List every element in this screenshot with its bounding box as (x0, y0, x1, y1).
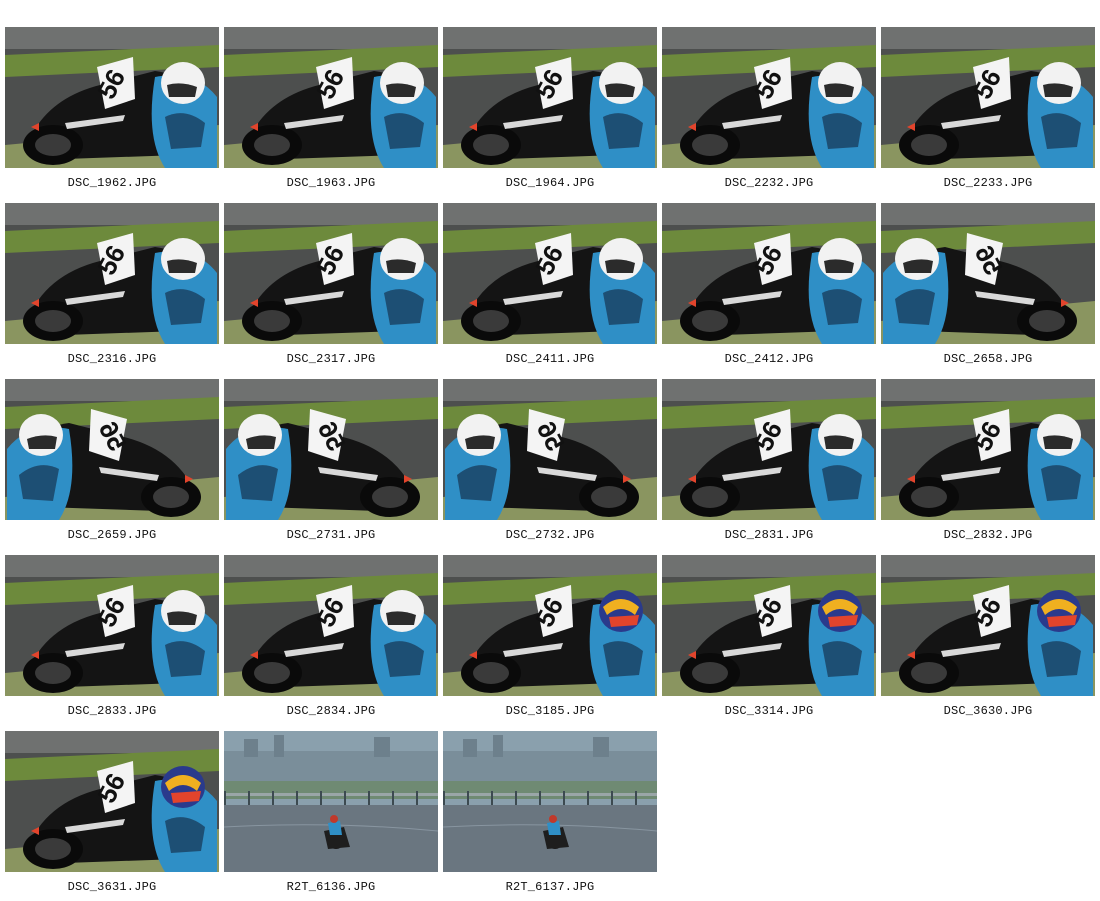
photo-filename[interactable]: DSC_1962.JPG (5, 176, 219, 190)
photo-thumbnail[interactable]: 56 (224, 555, 438, 696)
photo-thumbnail[interactable]: 56 (443, 555, 657, 696)
photo-thumbnail[interactable]: 56 (662, 379, 876, 520)
photo-filename[interactable]: R2T_6137.JPG (443, 880, 657, 894)
gallery-item[interactable]: 56 DSC_2834.JPG (224, 555, 438, 725)
photo-filename[interactable]: DSC_1963.JPG (224, 176, 438, 190)
gallery-item[interactable]: 56 DSC_2731.JPG (224, 379, 438, 549)
gallery-item[interactable]: 56 DSC_2833.JPG (5, 555, 219, 725)
photo-filename[interactable]: DSC_2731.JPG (224, 528, 438, 542)
photo-thumbnail[interactable]: 56 (5, 555, 219, 696)
photo-filename[interactable]: DSC_2833.JPG (5, 704, 219, 718)
photo-thumbnail[interactable] (224, 731, 438, 872)
gallery-item[interactable]: 56 DSC_3314.JPG (662, 555, 876, 725)
gallery-item[interactable]: R2T_6136.JPG (224, 731, 438, 901)
photo-thumbnail[interactable]: 56 (443, 203, 657, 344)
photo-filename[interactable]: DSC_3185.JPG (443, 704, 657, 718)
gallery-item[interactable]: 56 DSC_2412.JPG (662, 203, 876, 373)
photo-thumbnail[interactable]: 56 (443, 379, 657, 520)
photo-thumbnail[interactable]: 56 (662, 555, 876, 696)
photo-filename[interactable]: DSC_2659.JPG (5, 528, 219, 542)
gallery-item[interactable]: 56 DSC_1963.JPG (224, 27, 438, 197)
photo-filename[interactable]: DSC_2832.JPG (881, 528, 1095, 542)
photo-filename[interactable]: DSC_2834.JPG (224, 704, 438, 718)
gallery-item[interactable]: 56 DSC_2317.JPG (224, 203, 438, 373)
gallery-item[interactable]: R2T_6137.JPG (443, 731, 657, 901)
gallery-item[interactable]: 56 DSC_2732.JPG (443, 379, 657, 549)
photo-thumbnail[interactable]: 56 (224, 379, 438, 520)
gallery-item[interactable]: 56 DSC_2658.JPG (881, 203, 1095, 373)
gallery-item[interactable]: 56 DSC_2316.JPG (5, 203, 219, 373)
photo-thumbnail[interactable]: 56 (5, 27, 219, 168)
photo-thumbnail[interactable]: 56 (881, 203, 1095, 344)
photo-thumbnail[interactable]: 56 (881, 379, 1095, 520)
photo-filename[interactable]: DSC_2317.JPG (224, 352, 438, 366)
gallery-item[interactable]: 56 DSC_2232.JPG (662, 27, 876, 197)
gallery-item[interactable]: 56 DSC_1964.JPG (443, 27, 657, 197)
photo-thumbnail[interactable]: 56 (662, 27, 876, 168)
photo-filename[interactable]: DSC_3630.JPG (881, 704, 1095, 718)
photo-filename[interactable]: R2T_6136.JPG (224, 880, 438, 894)
photo-filename[interactable]: DSC_2233.JPG (881, 176, 1095, 190)
photo-filename[interactable]: DSC_3314.JPG (662, 704, 876, 718)
photo-thumbnail[interactable]: 56 (881, 555, 1095, 696)
photo-filename[interactable]: DSC_3631.JPG (5, 880, 219, 894)
photo-thumbnail[interactable] (443, 731, 657, 872)
photo-filename[interactable]: DSC_2658.JPG (881, 352, 1095, 366)
photo-filename[interactable]: DSC_1964.JPG (443, 176, 657, 190)
photo-thumbnail[interactable]: 56 (5, 379, 219, 520)
gallery-item[interactable]: 56 DSC_1962.JPG (5, 27, 219, 197)
photo-thumbnail[interactable]: 56 (881, 27, 1095, 168)
photo-filename[interactable]: DSC_2732.JPG (443, 528, 657, 542)
gallery-item[interactable]: 56 DSC_3630.JPG (881, 555, 1095, 725)
photo-filename[interactable]: DSC_2411.JPG (443, 352, 657, 366)
gallery-item[interactable]: 56 DSC_2831.JPG (662, 379, 876, 549)
gallery-item[interactable]: 56 DSC_2832.JPG (881, 379, 1095, 549)
gallery-item[interactable]: 56 DSC_3185.JPG (443, 555, 657, 725)
photo-thumbnail[interactable]: 56 (662, 203, 876, 344)
photo-filename[interactable]: DSC_2831.JPG (662, 528, 876, 542)
photo-filename[interactable]: DSC_2232.JPG (662, 176, 876, 190)
photo-thumbnail[interactable]: 56 (224, 203, 438, 344)
gallery-item[interactable]: 56 DSC_2659.JPG (5, 379, 219, 549)
photo-thumbnail[interactable]: 56 (224, 27, 438, 168)
gallery-item[interactable]: 56 DSC_2233.JPG (881, 27, 1095, 197)
photo-filename[interactable]: DSC_2412.JPG (662, 352, 876, 366)
photo-thumbnail[interactable]: 56 (5, 731, 219, 872)
photo-thumbnail[interactable]: 56 (5, 203, 219, 344)
photo-thumbnail[interactable]: 56 (443, 27, 657, 168)
photo-filename[interactable]: DSC_2316.JPG (5, 352, 219, 366)
gallery-item[interactable]: 56 DSC_2411.JPG (443, 203, 657, 373)
gallery-item[interactable]: 56 DSC_3631.JPG (5, 731, 219, 901)
